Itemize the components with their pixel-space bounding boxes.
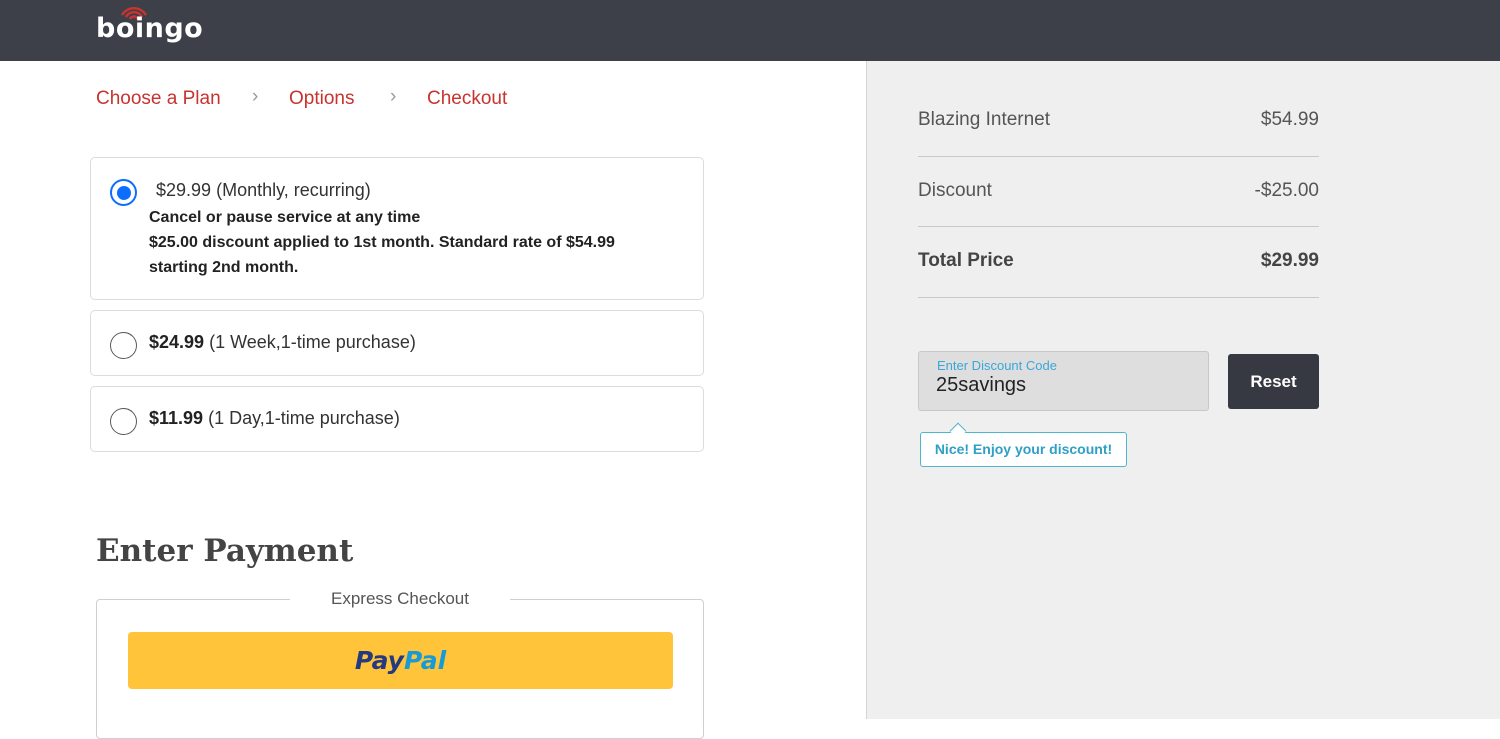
plan-week-term: (1 Week,1-time purchase) <box>209 332 416 352</box>
paypal-button[interactable]: PayPal <box>128 632 673 689</box>
summary-row-item: Blazing Internet $54.99 <box>918 109 1319 131</box>
reset-button[interactable]: Reset <box>1228 354 1319 409</box>
plan-radio-day[interactable] <box>110 408 137 435</box>
divider <box>918 226 1319 227</box>
paypal-logo-part1: Pay <box>354 646 404 675</box>
plan-option-day[interactable]: $11.99 (1 Day,1-time purchase) <box>90 386 704 452</box>
plan-week-title: $24.99 (1 Week,1-time purchase) <box>149 332 416 353</box>
summary-total-value: $29.99 <box>1260 250 1319 271</box>
plan-option-monthly[interactable]: $29.99 (Monthly, recurring) Cancel or pa… <box>90 157 704 300</box>
enter-payment-heading: Enter Payment <box>96 533 354 569</box>
summary-item-price: $54.99 <box>1260 109 1319 130</box>
summary-row-total: Total Price $29.99 <box>918 250 1319 272</box>
plan-day-title: $11.99 (1 Day,1-time purchase) <box>149 408 400 429</box>
discount-code-input[interactable] <box>936 374 1196 397</box>
plan-week-price: $24.99 <box>149 332 205 352</box>
chevron-right-icon: › <box>390 86 397 107</box>
plan-radio-monthly[interactable] <box>110 179 137 206</box>
top-bar: boingo <box>0 0 1500 61</box>
divider <box>918 156 1319 157</box>
breadcrumb-checkout[interactable]: Checkout <box>427 88 507 110</box>
plan-detail-line: $25.00 discount applied to 1st month. St… <box>149 234 615 251</box>
breadcrumb-choose-plan[interactable]: Choose a Plan <box>96 88 221 110</box>
paypal-logo-part2: Pal <box>403 646 447 675</box>
plan-radio-week[interactable] <box>110 332 137 359</box>
divider <box>918 297 1319 298</box>
breadcrumb-options[interactable]: Options <box>289 88 354 110</box>
plan-day-price: $11.99 <box>149 408 204 428</box>
plan-detail-line: starting 2nd month. <box>149 259 299 276</box>
plan-detail-line: Cancel or pause service at any time <box>149 209 421 226</box>
summary-discount-value: -$25.00 <box>1254 180 1319 201</box>
plan-monthly-details: Cancel or pause service at any time $25.… <box>149 205 615 280</box>
plan-monthly-price: $29.99 <box>156 180 212 200</box>
discount-code-label: Enter Discount Code <box>937 358 1057 373</box>
summary-discount-label: Discount <box>918 180 992 201</box>
plan-option-week[interactable]: $24.99 (1 Week,1-time purchase) <box>90 310 704 376</box>
boingo-logo[interactable]: boingo <box>96 0 206 61</box>
discount-success-message: Nice! Enjoy your discount! <box>920 432 1127 467</box>
plan-monthly-title: $29.99 (Monthly, recurring) <box>156 180 371 201</box>
express-checkout-label: Express Checkout <box>290 589 510 609</box>
discount-code-field[interactable]: Enter Discount Code <box>918 351 1209 411</box>
plan-monthly-term: (Monthly, recurring) <box>216 180 371 200</box>
logo-text: boingo <box>96 13 204 44</box>
summary-total-label: Total Price <box>918 250 1014 271</box>
plan-day-term: (1 Day,1-time purchase) <box>208 408 400 428</box>
chevron-right-icon: › <box>252 86 259 107</box>
summary-row-discount: Discount -$25.00 <box>918 180 1319 202</box>
summary-item-label: Blazing Internet <box>918 109 1051 130</box>
